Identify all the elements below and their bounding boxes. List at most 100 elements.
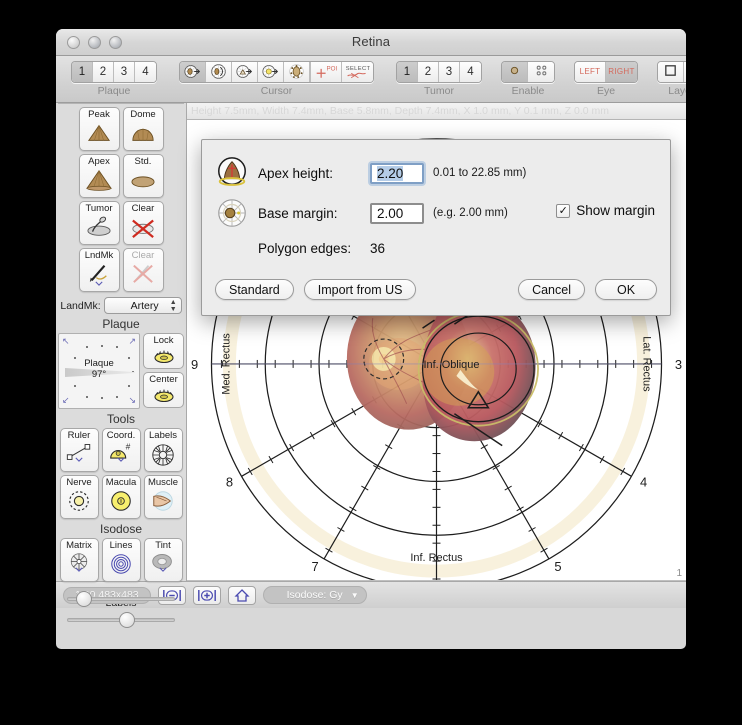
dome-button[interactable]: Dome (122, 107, 164, 151)
plaque-row: ↖ ↗ ↙ ↘ Plaque 97° Lock Center (58, 333, 184, 409)
labels-button-label: Labels (149, 430, 177, 441)
dome-button-label: Dome (130, 109, 156, 120)
nerve-button[interactable]: Nerve (59, 475, 99, 519)
zoom-in-icon (197, 589, 216, 601)
show-margin-checkbox[interactable]: ✓ (556, 203, 571, 218)
muscle-label-inf-rectus: Inf. Rectus (410, 552, 463, 564)
std-button[interactable]: Std. (122, 154, 164, 198)
center-button[interactable]: Center (143, 372, 184, 408)
ok-button[interactable]: OK (595, 279, 657, 300)
cursor-move-plaque-icon[interactable] (180, 62, 206, 82)
tumor-seg-2[interactable]: 2 (418, 62, 439, 82)
eye-right-button[interactable]: RIGHT (606, 62, 637, 82)
base-margin-row: Base margin: 2.00 (e.g. 2.00 mm) (215, 196, 508, 230)
enable-segmented-control[interactable] (501, 61, 555, 83)
tumor-seg-4[interactable]: 4 (460, 62, 481, 82)
isodose-units-popup[interactable]: Isodose: Gy ▼ (262, 586, 367, 604)
landmark-button[interactable]: LndMk (78, 248, 120, 292)
cursor-light-spot-icon[interactable] (258, 62, 284, 82)
apex-height-row: Apex height: 2.20 0.01 to 22.85 mm) (215, 156, 526, 190)
ruler-button[interactable]: Ruler (59, 428, 99, 472)
plaque-seg-4[interactable]: 4 (135, 62, 156, 82)
matrix-button[interactable]: Matrix (59, 538, 99, 582)
clock-label-5: 5 (554, 559, 561, 574)
cursor-measure-icon[interactable] (232, 62, 258, 82)
matrix-menu-arrow-icon (75, 567, 83, 572)
base-margin-input[interactable]: 2.00 (370, 202, 424, 224)
clear-tumor-button[interactable]: Clear (122, 201, 164, 245)
cursor-rotate-plaque-icon[interactable] (206, 62, 232, 82)
isodose-section-title: Isodose (99, 522, 143, 536)
labels-button[interactable]: Labels (143, 428, 183, 472)
landmark-popup[interactable]: Artery ▲ ▼ (103, 297, 182, 314)
apex-height-input[interactable]: 2.20 (370, 162, 424, 184)
cursor-polygon-icon[interactable] (284, 62, 310, 82)
show-margin-row[interactable]: ✓ Show margin (556, 203, 655, 218)
tumor-segmented-control[interactable]: 1 2 3 4 (396, 61, 482, 83)
plaque-widget-label: Plaque (84, 358, 114, 369)
zoom-in-button[interactable] (192, 585, 221, 605)
coord-button[interactable]: Coord. # (101, 428, 141, 472)
tumor-button[interactable]: Tumor (78, 201, 120, 245)
tint-menu-arrow-icon (159, 567, 167, 572)
lines-icon (111, 554, 131, 574)
home-button[interactable] (227, 585, 256, 605)
plaque-widget-value: 97° (91, 369, 107, 380)
layout-segmented-control[interactable] (657, 61, 686, 83)
macula-button-label: Macula (105, 477, 137, 488)
dialog-left-buttons: Standard Import from US (215, 279, 417, 300)
labels-slider-knob[interactable] (118, 612, 135, 628)
cursor-select-icon[interactable]: SELECT (342, 62, 373, 82)
nerve-button-label: Nerve (66, 477, 92, 488)
macula-button[interactable]: Macula (101, 475, 141, 519)
toolbar-label-tumor: Tumor (424, 85, 454, 97)
apex-button[interactable]: Apex (78, 154, 120, 198)
base-margin-value: 2.00 (377, 205, 404, 221)
standard-button[interactable]: Standard (215, 279, 294, 300)
eye-left-button[interactable]: LEFT (575, 62, 606, 82)
isodose-button-grid: Matrix Lines Tint (57, 538, 186, 582)
clear-landmark-button[interactable]: Clear (122, 248, 164, 292)
muscle-button-label: Muscle (147, 477, 179, 488)
import-from-us-button[interactable]: Import from US (303, 279, 417, 300)
peak-button[interactable]: Peak (78, 107, 120, 151)
main-toolbar: 1 2 3 4 Plaque POI SELECT Cursor 1 2 3 4… (56, 56, 686, 103)
matrix-button-label: Matrix (66, 540, 92, 551)
apex-height-label: Apex height: (258, 165, 334, 181)
cancel-button[interactable]: Cancel (518, 279, 585, 300)
tumor-button-label: Tumor (85, 203, 113, 214)
enable-single-dot-icon[interactable] (502, 62, 528, 82)
show-margin-label: Show margin (576, 203, 655, 218)
lock-button[interactable]: Lock (143, 333, 184, 369)
eye-segmented-control[interactable]: LEFT RIGHT (574, 61, 638, 83)
toolbar-label-eye: Eye (596, 85, 616, 97)
clock-label-7: 7 (311, 559, 318, 574)
zoom-out-button[interactable] (157, 585, 186, 605)
tumor-seg-1[interactable]: 1 (397, 62, 418, 82)
tumor-info-rest: Height 7.5mm, Width 7.4mm, Base 5.8mm, D… (191, 105, 609, 117)
plaque-orientation-widget[interactable]: ↖ ↗ ↙ ↘ Plaque 97° (58, 333, 140, 409)
plaque-seg-1[interactable]: 1 (72, 62, 93, 82)
plaque-segmented-control[interactable]: 1 2 3 4 (71, 61, 157, 83)
plaque-seg-2[interactable]: 2 (93, 62, 114, 82)
checkmark-icon: ✓ (558, 205, 568, 217)
tumor-seg-3[interactable]: 3 (439, 62, 460, 82)
lock-button-label: Lock (153, 335, 174, 346)
tools-section-title: Tools (106, 412, 135, 426)
cursor-poi-icon[interactable]: POI (311, 62, 342, 82)
tint-button[interactable]: Tint (143, 538, 183, 582)
lines-button[interactable]: Lines (101, 538, 141, 582)
apex-button-label: Apex (88, 156, 110, 167)
plaque-seg-3[interactable]: 3 (114, 62, 135, 82)
muscle-label-lat-rectus: Lat. Rectus (641, 336, 653, 392)
cursor-segmented-control[interactable]: POI SELECT (179, 61, 374, 83)
layout-quad-pane-icon[interactable] (684, 62, 686, 82)
opacity-slider-knob[interactable] (75, 591, 92, 607)
center-button-label: Center (149, 374, 178, 385)
layout-single-pane-icon[interactable] (658, 62, 684, 82)
muscle-button[interactable]: Muscle (143, 475, 183, 519)
toolbar-label-plaque: Plaque (97, 85, 131, 97)
landmark-popup-label: LandMk: (60, 299, 101, 312)
window-titlebar: Retina (56, 29, 686, 56)
enable-multi-dot-icon[interactable] (528, 62, 554, 82)
